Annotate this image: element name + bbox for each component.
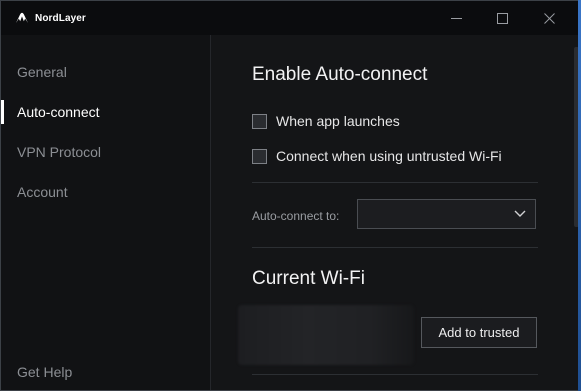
sidebar-item-label: Account: [17, 184, 68, 200]
minimize-icon: [450, 17, 462, 19]
app-name: NordLayer: [35, 12, 86, 24]
section-divider: [252, 374, 538, 375]
settings-sidebar: General Auto-connect VPN Protocol Accoun…: [1, 35, 211, 390]
auto-connect-heading: Enable Auto-connect: [252, 64, 428, 85]
auto-connect-to-label: Auto-connect to:: [252, 209, 340, 223]
maximize-icon: [496, 12, 508, 24]
when-app-launches-label: When app launches: [276, 113, 400, 129]
app-logo: NordLayer: [15, 12, 86, 24]
get-help-label: Get Help: [17, 364, 73, 380]
section-divider: [252, 247, 538, 248]
get-help-link[interactable]: Get Help: [1, 360, 210, 384]
active-indicator: [1, 100, 4, 124]
add-to-trusted-button[interactable]: Add to trusted: [421, 317, 537, 348]
title-bar: NordLayer: [1, 1, 580, 35]
minimize-button[interactable]: [433, 1, 479, 35]
chevron-down-icon: [514, 210, 526, 217]
sidebar-item-label: General: [17, 64, 67, 80]
auto-connect-location-select[interactable]: [357, 199, 536, 229]
untrusted-wifi-label: Connect when using untrusted Wi-Fi: [276, 148, 502, 164]
sidebar-item-account[interactable]: Account: [1, 180, 210, 204]
section-divider: [252, 182, 538, 183]
maximize-button[interactable]: [479, 1, 525, 35]
close-icon: [543, 12, 555, 24]
close-button[interactable]: [526, 1, 572, 35]
sidebar-item-general[interactable]: General: [1, 60, 210, 84]
sidebar-item-label: Auto-connect: [17, 104, 100, 120]
auto-connect-panel: Enable Auto-connect When app launches Co…: [211, 35, 580, 390]
current-wifi-heading: Current Wi-Fi: [252, 268, 365, 289]
when-app-launches-checkbox[interactable]: [252, 113, 267, 129]
sidebar-item-label: VPN Protocol: [17, 144, 102, 160]
nordlayer-logo-icon: [16, 12, 28, 23]
app-window: NordLayer General Auto-connect VPN Proto…: [0, 0, 581, 391]
when-app-launches-option[interactable]: When app launches: [252, 113, 400, 129]
untrusted-wifi-option[interactable]: Connect when using untrusted Wi-Fi: [252, 148, 502, 164]
wifi-network-name-redacted: [238, 305, 414, 365]
sidebar-item-auto-connect[interactable]: Auto-connect: [1, 100, 210, 124]
sidebar-item-vpn-protocol[interactable]: VPN Protocol: [1, 140, 210, 164]
untrusted-wifi-checkbox[interactable]: [252, 148, 267, 164]
